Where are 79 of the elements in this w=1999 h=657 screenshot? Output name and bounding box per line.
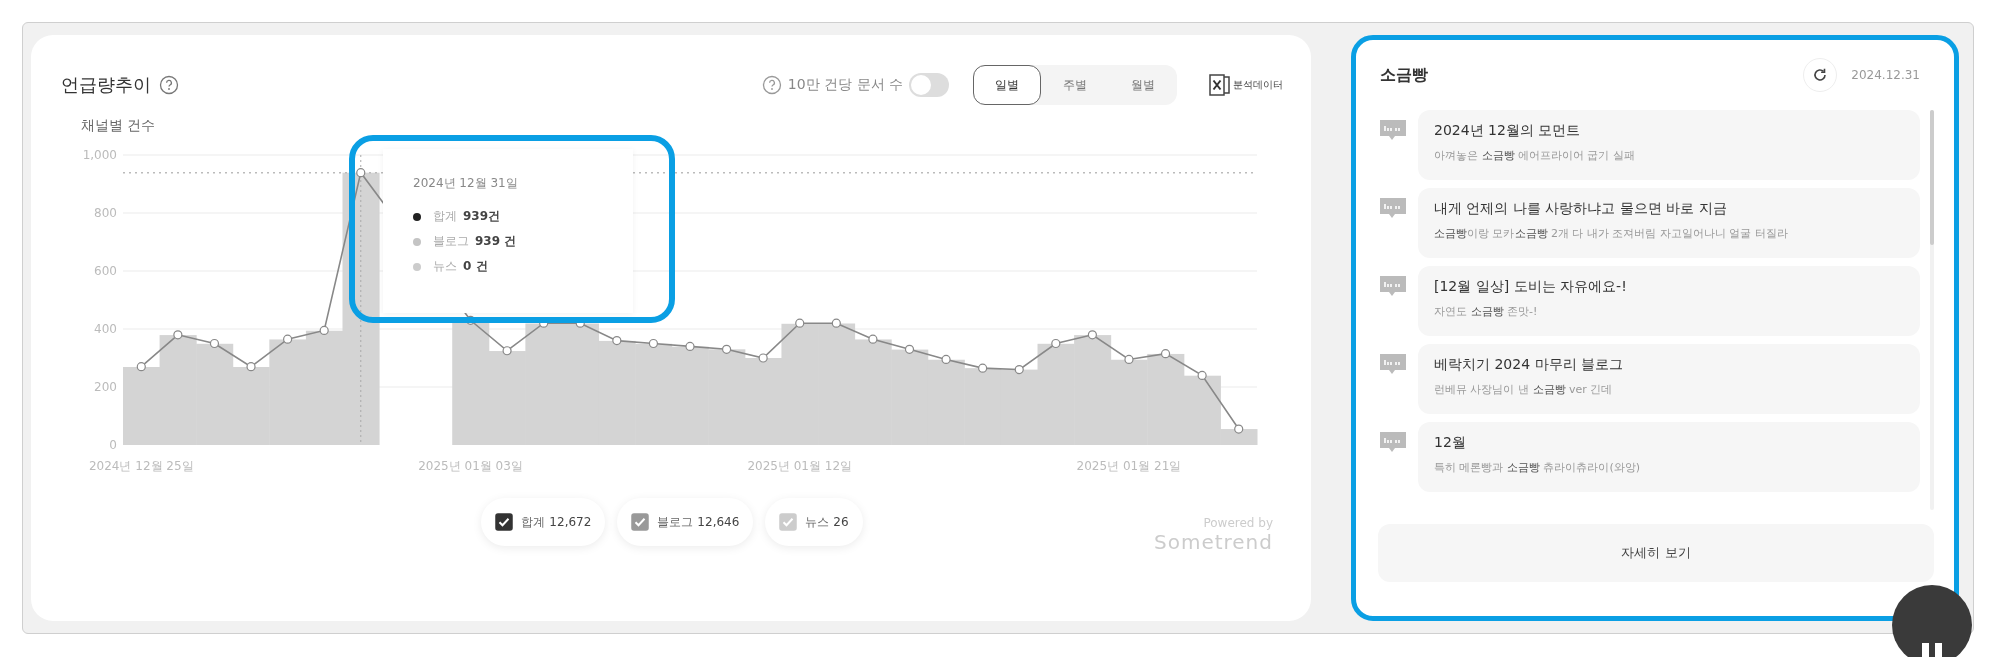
series-name: 블로그 [433,233,469,250]
help-icon[interactable] [159,75,179,95]
post-snippet: 런베뮤 사장님이 낸 소금빵 ver 긴데 [1434,382,1614,397]
y-tick-label: 1,000 [82,148,117,162]
scrollbar[interactable] [1930,110,1934,510]
panel-title: 소금빵 [1380,64,1428,86]
data-point [502,346,512,356]
panel-title: 언급량추이 [61,73,151,97]
data-point [1234,424,1244,434]
y-tick-label: 600 [94,264,117,278]
period-tab[interactable]: 월별 [1109,65,1177,105]
data-point [1014,365,1024,375]
post-snippet: 소금빵이랑 모카소금빵 2개 다 내가 조져버림 자고일어나니 얼굴 터질라 [1434,226,1789,241]
more-button[interactable]: 자세히 보기 [1378,524,1934,582]
post-title: 12월 [1434,434,1467,452]
help-icon[interactable] [761,75,782,95]
data-point [1124,354,1134,365]
period-tab[interactable]: 일별 [973,65,1041,105]
data-point [136,362,146,372]
series-value: 939건 [463,208,501,225]
data-point [941,354,951,365]
post-card[interactable]: [12월 일상] 도비는 자유에요-! 자연도 소금빵 존맛-! [1418,266,1920,336]
data-point [978,363,988,373]
data-point [904,344,915,354]
post-snippet: 아껴놓은 소금빵 에어프라이어 굽기 실패 [1434,148,1636,163]
data-point [795,318,805,328]
x-tick-label: 2024년 12월 25일 [88,459,194,473]
series-name: 뉴스 [433,258,457,275]
data-point [648,338,658,349]
data-point [612,336,622,346]
y-tick-label: 0 [109,438,117,452]
data-point [868,334,878,344]
x-tick-label: 2025년 01월 03일 [418,459,523,473]
tooltip-date: 2024년 12월 31일 [413,175,519,192]
post-snippet: 특히 메론빵과 소금빵 츄라이츄라이(와앙) [1434,460,1642,475]
pause-icon [1919,641,1945,657]
toggle-label: 10만 건당 문서 수 [787,76,903,94]
y-tick-label: 200 [94,380,117,394]
data-point [831,318,841,328]
legend-toggle[interactable]: 블로그 12,646 [617,498,754,546]
data-point [283,334,293,344]
spreadsheet-icon [1209,72,1231,98]
data-point [1087,330,1097,340]
x-tick-label: 2025년 01월 21일 [1076,459,1182,473]
series-value: 939 건 [475,233,517,250]
data-point [246,362,256,372]
data-point [758,353,768,363]
series-name: 합계 [433,208,457,225]
data-point [685,341,695,351]
data-point [209,338,220,349]
series-value: 0 건 [463,258,488,275]
post-title: [12월 일상] 도비는 자유에요-! [1434,278,1628,296]
y-tick-label: 800 [94,206,117,220]
post-title: 2024년 12월의 모먼트 [1434,122,1582,140]
post-card[interactable]: 내게 언제의 나를 사랑하냐고 물으면 바로 지금 소금빵이랑 모카소금빵 2개 다 내가 조져버림 자고일어나니 얼굴 터질라 [1418,188,1920,258]
data-point [173,330,183,340]
x-tick-label: 2025년 01월 12일 [747,459,853,473]
toggle-switch[interactable] [909,73,949,97]
post-snippet: 자연도 소금빵 존맛-! [1434,304,1539,319]
post-card[interactable]: 12월 특히 메론빵과 소금빵 츄라이츄라이(와앙) [1418,422,1920,492]
data-point [356,168,366,178]
date-label: 2024.12.31 [1851,68,1920,82]
data-point [1197,370,1207,380]
axis-title: 채널별 건수 [81,117,157,135]
data-point [1051,338,1061,349]
legend-toggle[interactable]: 합계 12,672 [481,498,606,546]
post-title: 내게 언제의 나를 사랑하냐고 물으면 바로 지금 [1434,200,1728,218]
refresh-button[interactable] [1803,58,1838,92]
post-title: 베락치기 2024 마무리 블로그 [1434,356,1624,374]
post-card[interactable]: 베락치기 2024 마무리 블로그 런베뮤 사장님이 낸 소금빵 ver 긴데 [1418,344,1920,414]
post-card[interactable]: 2024년 12월의 모먼트 아껴놓은 소금빵 에어프라이어 굽기 실패 [1418,110,1920,180]
y-tick-label: 400 [94,322,117,336]
data-point [1160,349,1171,359]
period-tab[interactable]: 주별 [1041,65,1109,105]
legend-toggle[interactable]: 뉴스 26 [765,498,863,546]
export-button[interactable]: 분석데이터 [1209,72,1283,98]
data-point [319,325,329,336]
refresh-icon [1812,67,1829,83]
data-point [722,344,732,354]
